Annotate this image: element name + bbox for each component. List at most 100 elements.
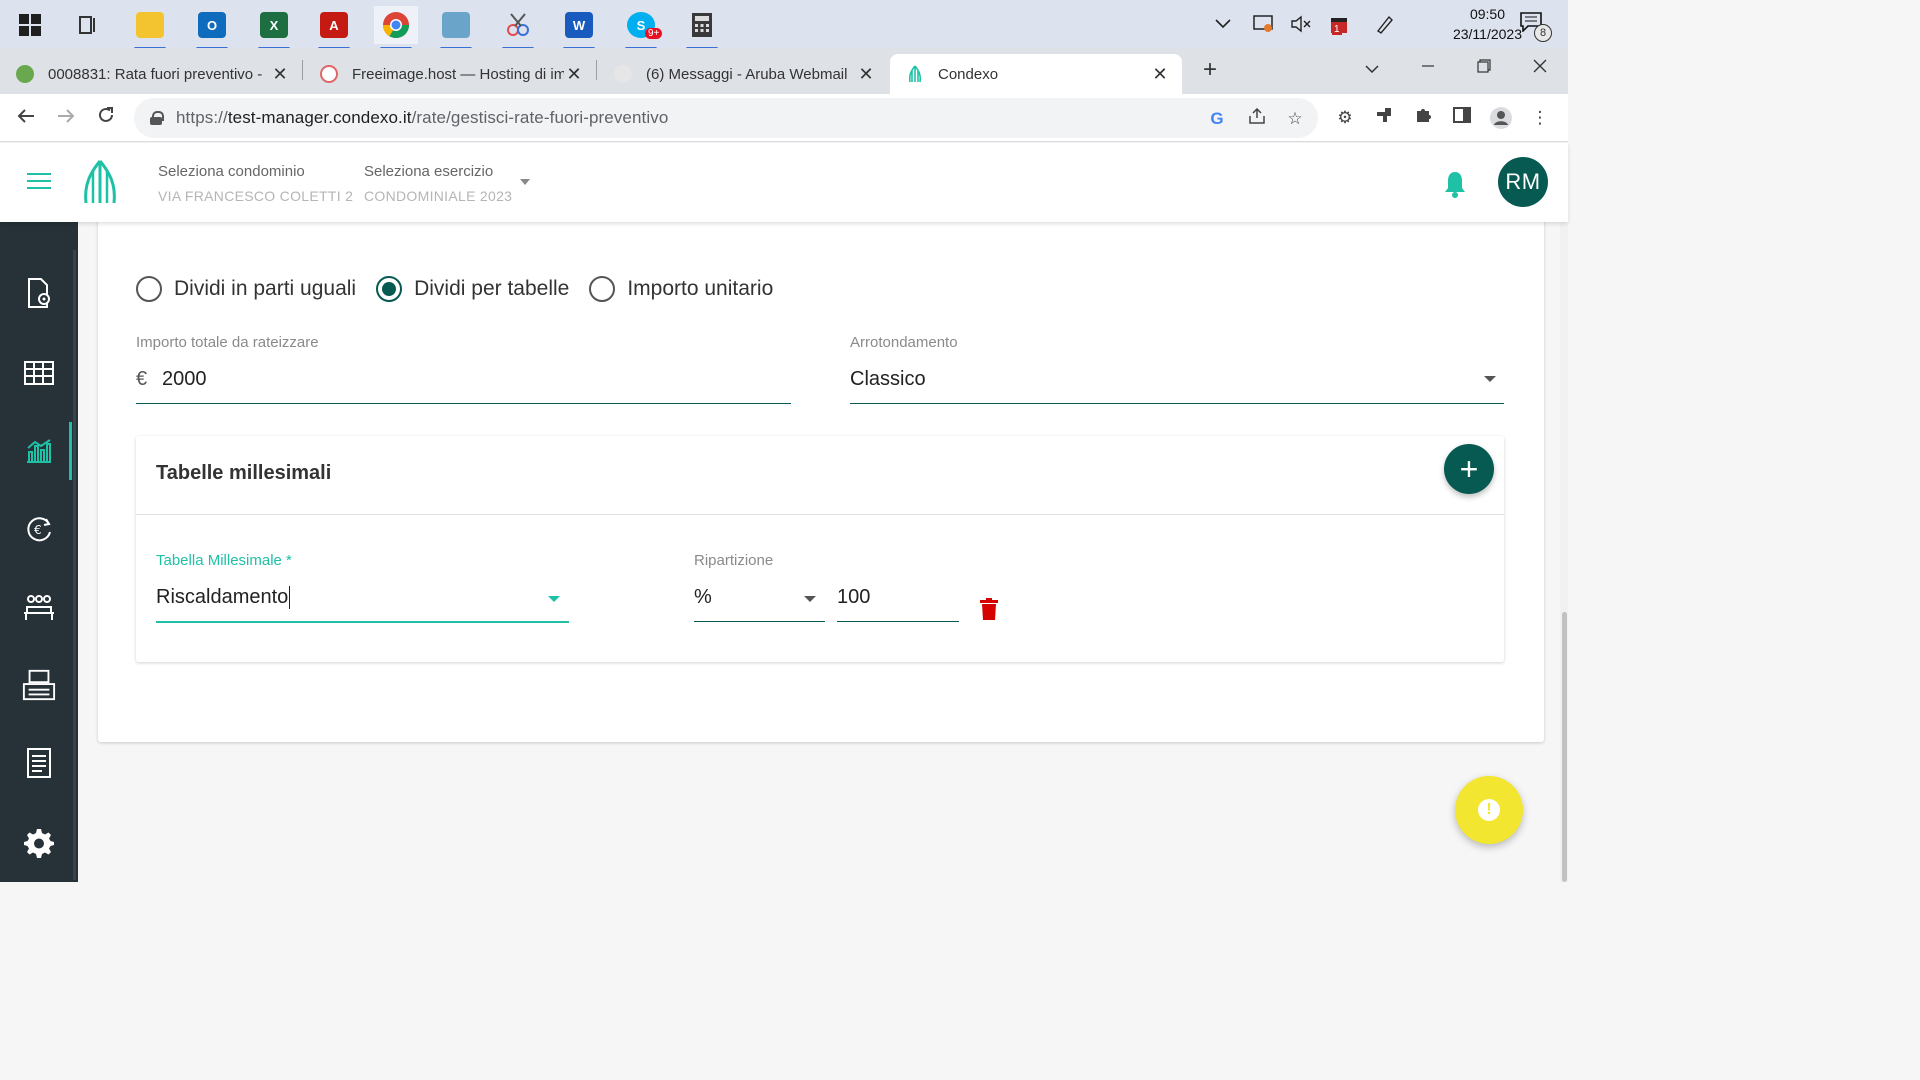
share-icon[interactable] bbox=[1246, 107, 1268, 130]
close-tab-icon[interactable]: ✕ bbox=[270, 64, 290, 84]
pen-icon[interactable] bbox=[1370, 0, 1400, 48]
close-window-icon[interactable] bbox=[1520, 52, 1560, 82]
excel-icon[interactable]: X bbox=[252, 6, 296, 50]
tabella-underline bbox=[156, 621, 569, 623]
word-icon[interactable]: W bbox=[557, 6, 601, 50]
settings-gear-icon[interactable] bbox=[22, 826, 56, 860]
svg-text:€: € bbox=[34, 523, 42, 537]
radio-dividi-parti-uguali[interactable]: Dividi in parti uguali bbox=[136, 276, 356, 302]
calendar-badge: 1 bbox=[1332, 24, 1342, 35]
ripartizione-unit: % bbox=[694, 586, 712, 608]
ripartizione-value[interactable]: 100 bbox=[837, 586, 870, 609]
google-lens-icon[interactable]: G bbox=[1206, 108, 1228, 130]
chrome-icon[interactable] bbox=[374, 6, 418, 50]
extension-puzzle-alt-icon[interactable] bbox=[1372, 106, 1396, 130]
esercizio-caret-icon[interactable] bbox=[520, 179, 530, 185]
tabella-caret-icon[interactable] bbox=[548, 596, 560, 602]
ripartizione-unit-select[interactable]: Ripartizione % bbox=[694, 552, 825, 624]
notification-center-icon[interactable]: 8 bbox=[1520, 12, 1552, 42]
radio-checked-icon[interactable] bbox=[376, 276, 403, 302]
page-scrollbar-thumb[interactable] bbox=[1562, 612, 1567, 882]
skype-icon[interactable]: S 9+ bbox=[619, 6, 663, 50]
lock-icon[interactable] bbox=[150, 111, 164, 125]
radio-importo-unitario[interactable]: Importo unitario bbox=[589, 276, 773, 302]
address-bar[interactable]: https://test-manager.condexo.it/rate/ges… bbox=[134, 98, 1318, 138]
ripartizione-caret-icon[interactable] bbox=[804, 596, 816, 602]
reload-icon[interactable] bbox=[90, 102, 122, 134]
volume-muted-icon[interactable] bbox=[1286, 0, 1316, 48]
tab-condexo[interactable]: Condexo ✕ bbox=[890, 54, 1182, 94]
arrotondamento-caret-icon[interactable] bbox=[1484, 376, 1496, 382]
clock-date: 23/11/2023 bbox=[1452, 26, 1522, 42]
radio-dividi-per-tabelle[interactable]: Dividi per tabelle bbox=[376, 276, 569, 302]
tab-redmine[interactable]: 0008831: Rata fuori preventivo - ✕ bbox=[0, 54, 302, 94]
close-tab-icon[interactable]: ✕ bbox=[856, 64, 876, 84]
keyboard-desk-icon[interactable] bbox=[22, 668, 56, 702]
esercizio-value: CONDOMINIALE 2023 bbox=[364, 188, 513, 204]
outlook-icon[interactable]: O bbox=[190, 6, 234, 50]
app-header: Seleziona condominio VIA FRANCESCO COLET… bbox=[0, 143, 1568, 222]
back-arrow-icon[interactable] bbox=[10, 102, 42, 134]
user-avatar[interactable]: RM bbox=[1498, 157, 1548, 207]
document-settings-icon[interactable] bbox=[22, 276, 56, 310]
radio-unchecked-icon[interactable] bbox=[589, 276, 616, 302]
restore-icon[interactable] bbox=[1464, 52, 1504, 82]
snipping-tool-icon[interactable] bbox=[496, 6, 540, 50]
euro-cycle-icon[interactable]: € bbox=[22, 512, 56, 546]
add-tabella-button[interactable]: + bbox=[1444, 444, 1494, 494]
alert-fab-button[interactable]: ! bbox=[1455, 776, 1523, 844]
side-panel-icon[interactable] bbox=[1450, 106, 1474, 130]
delete-trash-icon[interactable] bbox=[980, 598, 998, 620]
document-list-icon[interactable] bbox=[22, 746, 56, 780]
notifications-bell-icon[interactable] bbox=[1443, 170, 1467, 198]
tab-search-chevron-icon[interactable] bbox=[1352, 52, 1392, 82]
group-meeting-icon[interactable] bbox=[22, 590, 56, 624]
tabella-millesimale-select[interactable]: Tabella Millesimale * Riscaldamento bbox=[156, 552, 569, 624]
arrotondamento-label: Arrotondamento bbox=[850, 334, 958, 351]
windows-start-icon[interactable] bbox=[8, 6, 52, 44]
profile-icon[interactable] bbox=[1489, 106, 1513, 130]
sidebar-scrollbar[interactable] bbox=[73, 250, 76, 880]
tab-webmail[interactable]: (6) Messaggi - Aruba Webmail ✕ bbox=[598, 54, 888, 94]
file-explorer-icon[interactable] bbox=[128, 6, 172, 50]
tabelle-millesimali-panel: Tabelle millesimali + Tabella Millesimal… bbox=[136, 436, 1504, 662]
tabelle-title: Tabelle millesimali bbox=[156, 462, 332, 484]
table-grid-icon[interactable] bbox=[22, 356, 56, 390]
condominio-selector[interactable]: Seleziona condominio VIA FRANCESCO COLET… bbox=[158, 163, 353, 204]
extension-gear-icon[interactable]: ⚙ bbox=[1333, 106, 1357, 130]
esercizio-selector[interactable]: Seleziona esercizio CONDOMINIALE 2023 bbox=[364, 163, 512, 204]
forward-arrow-icon[interactable] bbox=[50, 102, 82, 134]
acrobat-icon[interactable]: A bbox=[312, 6, 356, 50]
tab-freeimage[interactable]: Freeimage.host — Hosting di im ✕ bbox=[304, 54, 596, 94]
chrome-menu-icon[interactable]: ⋮ bbox=[1528, 106, 1552, 130]
task-view-icon[interactable] bbox=[66, 6, 110, 44]
calendar-app-icon[interactable]: 1 bbox=[1324, 0, 1354, 48]
ripartizione-value-input[interactable]: 100 bbox=[837, 552, 959, 624]
currency-symbol: € bbox=[136, 368, 148, 390]
radio-label: Importo unitario bbox=[627, 277, 774, 300]
webmail-favicon-icon bbox=[614, 65, 632, 83]
extensions-puzzle-icon[interactable] bbox=[1411, 106, 1435, 130]
arrotondamento-select[interactable]: Arrotondamento Classico bbox=[850, 334, 1504, 406]
condominio-label: Seleziona condominio bbox=[158, 163, 305, 180]
system-clock[interactable]: 09:50 23/11/2023 bbox=[1453, 4, 1522, 44]
new-tab-icon[interactable]: + bbox=[1196, 56, 1224, 84]
importo-input[interactable]: 2000 bbox=[162, 368, 207, 391]
tab-separator bbox=[302, 60, 303, 80]
main-content: Dividi in parti uguali Dividi per tabell… bbox=[78, 212, 1568, 882]
close-tab-icon[interactable]: ✕ bbox=[564, 64, 584, 84]
tray-overflow-chevron-icon[interactable] bbox=[1208, 0, 1238, 48]
tab-title: Freeimage.host — Hosting di im bbox=[352, 65, 564, 83]
calculator-icon[interactable] bbox=[680, 6, 724, 50]
importo-totale-field[interactable]: Importo totale da rateizzare € 2000 bbox=[136, 334, 791, 406]
analytics-chart-icon[interactable] bbox=[22, 434, 56, 468]
close-tab-icon[interactable]: ✕ bbox=[1150, 64, 1170, 84]
tab-title: (6) Messaggi - Aruba Webmail bbox=[646, 65, 848, 83]
notes-icon[interactable] bbox=[434, 6, 478, 50]
radio-unchecked-icon[interactable] bbox=[136, 276, 162, 302]
bookmark-star-icon[interactable]: ☆ bbox=[1284, 108, 1306, 130]
condexo-logo-icon[interactable] bbox=[80, 159, 120, 205]
display-icon[interactable] bbox=[1248, 0, 1278, 48]
minimize-icon[interactable] bbox=[1408, 52, 1448, 82]
menu-icon[interactable] bbox=[27, 173, 51, 191]
